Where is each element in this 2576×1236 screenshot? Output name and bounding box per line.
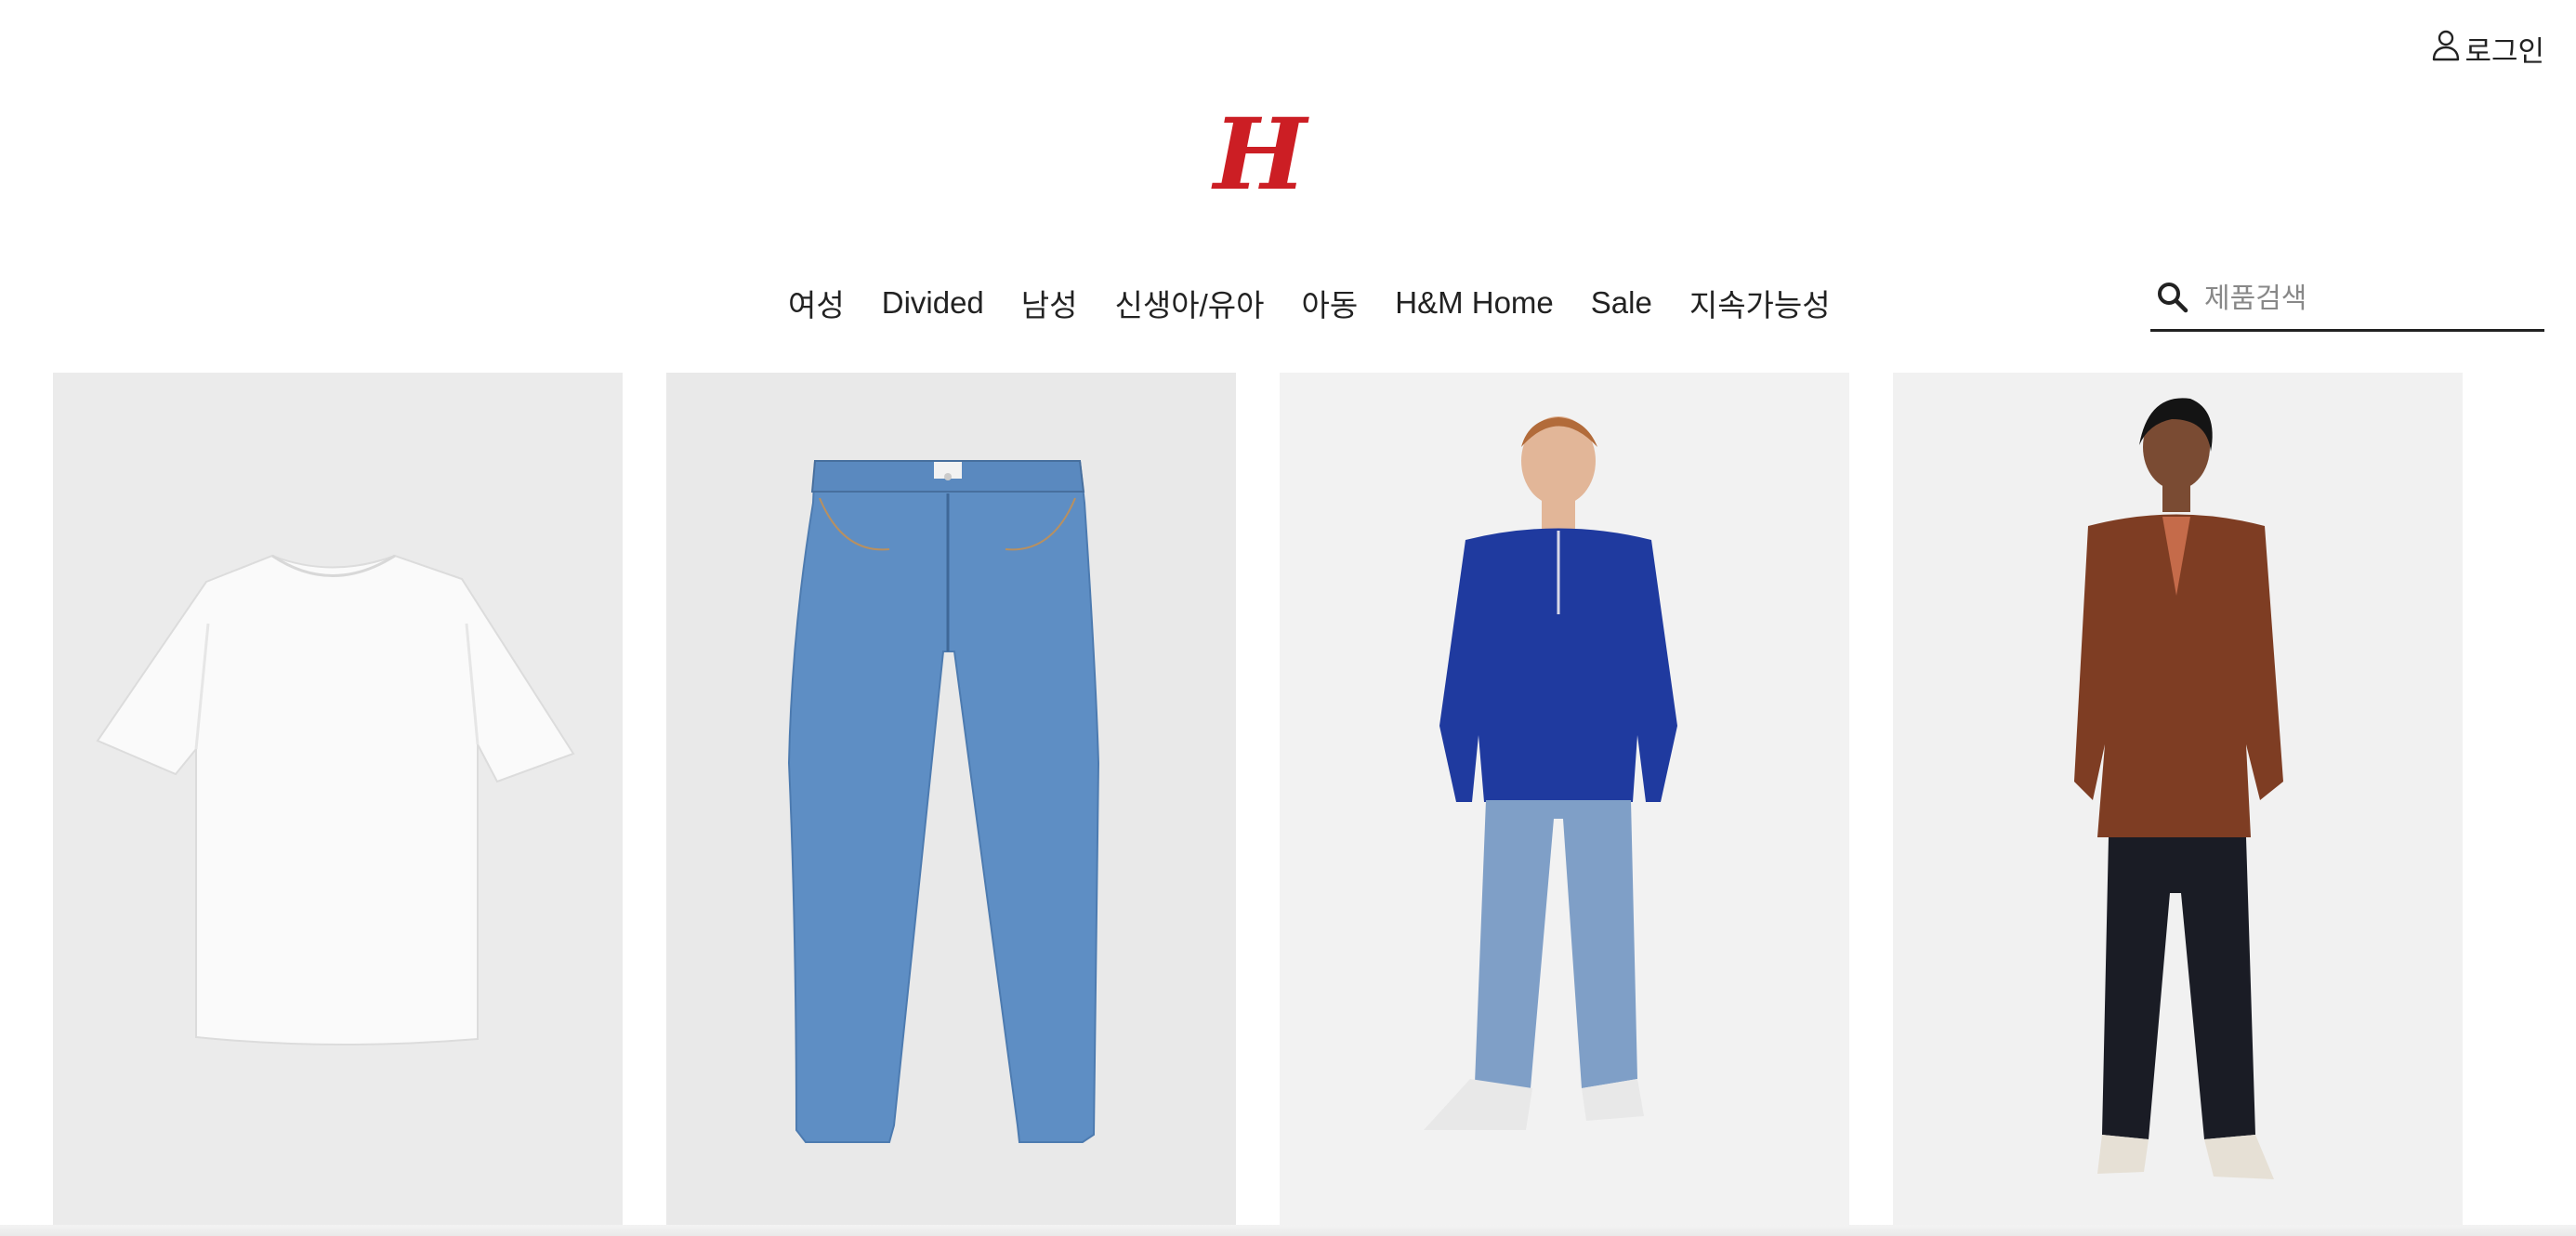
nav-item-home[interactable]: H&M Home (1395, 285, 1554, 321)
nav-item-women[interactable]: 여성 (788, 281, 845, 325)
hm-logo[interactable]: H (1178, 96, 1336, 212)
nav-item-divided[interactable]: Divided (882, 285, 984, 321)
bottom-edge (0, 1225, 2576, 1236)
nav-item-baby[interactable]: 신생아/유아 (1115, 281, 1265, 325)
svg-text:H: H (1211, 100, 1309, 210)
nav-item-men[interactable]: 남성 (1021, 281, 1078, 325)
nav-item-sale[interactable]: Sale (1591, 285, 1652, 321)
product-card[interactable] (1893, 373, 2463, 1225)
blue-jeans-image (666, 373, 1236, 1225)
search-bar (2150, 270, 2544, 332)
nav-item-kids[interactable]: 아동 (1302, 281, 1359, 325)
user-icon (2431, 29, 2461, 70)
product-grid (53, 373, 2463, 1225)
nav-item-sustainability[interactable]: 지속가능성 (1689, 281, 1831, 325)
search-icon[interactable] (2150, 281, 2202, 319)
page: 로그인 H 여성 Divided 남성 신생아/유아 아동 H&M Home S… (0, 0, 2576, 1236)
man-blue-sweatshirt-image (1280, 373, 1849, 1225)
login-button[interactable]: 로그인 (2431, 28, 2544, 70)
search-input[interactable] (2202, 283, 2522, 316)
main-nav: 여성 Divided 남성 신생아/유아 아동 H&M Home Sale 지속… (788, 281, 1831, 325)
man-brown-blazer-image (1893, 373, 2463, 1225)
login-label: 로그인 (2464, 35, 2544, 68)
product-card[interactable] (666, 373, 1236, 1225)
product-card[interactable] (1280, 373, 1849, 1225)
product-card[interactable] (53, 373, 623, 1225)
white-tshirt-image (53, 373, 623, 1225)
